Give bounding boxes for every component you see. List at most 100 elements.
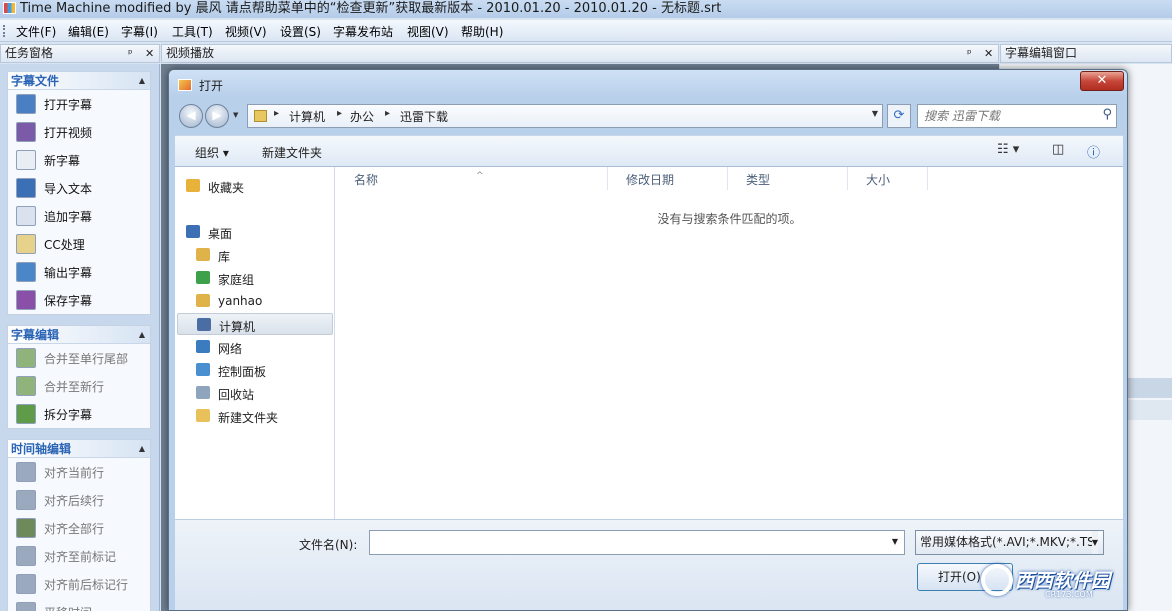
dialog-close-button[interactable]: ✕ (1080, 71, 1124, 91)
view-options-icon[interactable]: ☷ ▾ (997, 142, 1019, 157)
menu-file[interactable]: 文件(F) (16, 23, 56, 40)
new-subtitle-icon (16, 150, 36, 170)
task-item[interactable]: 导入文本 (8, 174, 150, 202)
refresh-icon[interactable]: ⟳ (887, 104, 911, 128)
menu-tools[interactable]: 工具(T) (172, 23, 213, 40)
breadcrumb-thunder-download[interactable]: 迅雷下载 (400, 108, 448, 125)
column-type[interactable]: 类型 (728, 167, 848, 190)
chevron-right-icon[interactable]: ▸ (385, 108, 390, 119)
task-item[interactable]: 打开字幕 (8, 90, 150, 118)
task-item-label: 合并至新行 (44, 380, 105, 394)
search-input[interactable] (924, 108, 1084, 124)
collapse-icon[interactable]: ▲ (139, 326, 145, 344)
nav-item[interactable]: 控制面板 (177, 359, 333, 381)
task-item[interactable]: 平移时间 (8, 598, 150, 611)
task-item[interactable]: 保存字幕 (8, 286, 150, 314)
menu-settings[interactable]: 设置(S) (280, 23, 321, 40)
nav-item[interactable]: 收藏夹 (169, 175, 323, 197)
nav-item[interactable]: 家庭组 (177, 267, 333, 289)
task-item[interactable]: 输出字幕 (8, 258, 150, 286)
open-subtitle-icon (16, 94, 36, 114)
filename-combobox[interactable]: ▼ (369, 530, 905, 555)
chevron-right-icon[interactable]: ▸ (274, 108, 279, 119)
breadcrumb-office[interactable]: 办公 (350, 108, 374, 125)
address-dropdown-icon[interactable]: ▼ (872, 109, 878, 118)
menu-help[interactable]: 帮助(H) (461, 23, 503, 40)
open-video-icon (16, 122, 36, 142)
new-folder-button[interactable]: 新建文件夹 (262, 144, 322, 161)
task-item[interactable]: 新字幕 (8, 146, 150, 174)
column-label: 修改日期 (626, 173, 675, 187)
computer-icon (197, 318, 211, 331)
search-box[interactable]: ⚲ (917, 104, 1117, 128)
task-item[interactable]: 追加字幕 (8, 202, 150, 230)
preview-pane-icon[interactable]: ◫ (1052, 142, 1064, 157)
task-item[interactable]: 打开视频 (8, 118, 150, 146)
nav-item[interactable]: 网络 (177, 336, 333, 358)
dialog-app-icon (178, 79, 192, 91)
watermark-subtext: CR173.COM (1045, 590, 1093, 599)
nav-item[interactable]: 回收站 (177, 382, 333, 404)
task-item[interactable]: 合并至单行尾部 (8, 344, 150, 372)
breadcrumb-computer[interactable]: 计算机 (289, 108, 325, 125)
help-icon[interactable]: ⓘ (1087, 142, 1100, 161)
menu-edit[interactable]: 编辑(E) (68, 23, 109, 40)
task-item-label: 对齐全部行 (44, 522, 105, 536)
filetype-dropdown-icon[interactable]: ▼ (1091, 531, 1098, 554)
merge-new-line-icon (16, 376, 36, 396)
nav-item[interactable]: 计算机 (177, 313, 333, 335)
organize-button[interactable]: 组织 ▾ (195, 144, 229, 161)
filename-dropdown-icon[interactable]: ▼ (892, 537, 898, 546)
filetype-select[interactable]: 常用媒体格式(*.AVI;*.MKV;*.TS ▼ (915, 530, 1104, 555)
column-modified[interactable]: 修改日期 (608, 167, 728, 190)
task-item[interactable]: 合并至新行 (8, 372, 150, 400)
menu-publish[interactable]: 字幕发布站 (333, 23, 393, 40)
save-subtitle-icon (16, 290, 36, 310)
column-label: 大小 (866, 173, 891, 187)
menu-view[interactable]: 视图(V) (407, 23, 449, 40)
append-subtitle-icon (16, 206, 36, 226)
nav-item[interactable]: 库 (177, 244, 333, 266)
file-list[interactable]: 名称 ^ 修改日期 类型 大小 没有与搜索条件匹配的项。 (336, 167, 1123, 519)
search-icon[interactable]: ⚲ (1102, 107, 1112, 122)
nav-item[interactable]: yanhao (177, 290, 333, 312)
menu-video[interactable]: 视频(V) (225, 23, 267, 40)
column-size[interactable]: 大小 (848, 167, 928, 190)
align-prev-mark-icon (16, 546, 36, 566)
collapse-icon[interactable]: ▲ (139, 440, 145, 458)
menu-subtitle[interactable]: 字幕(I) (121, 23, 158, 40)
task-item[interactable]: 对齐后续行 (8, 486, 150, 514)
task-item[interactable]: 对齐至前标记 (8, 542, 150, 570)
task-item[interactable]: 拆分字幕 (8, 400, 150, 428)
group-header[interactable]: 字幕编辑 ▲ (8, 326, 150, 344)
editor-panel-title: 字幕编辑窗口 (1005, 46, 1078, 60)
collapse-icon[interactable]: ▲ (139, 72, 145, 90)
video-pin-icon[interactable]: ᵖ (967, 45, 972, 62)
group-title: 字幕文件 (11, 74, 60, 88)
nav-item[interactable]: 桌面 (169, 221, 323, 243)
watermark-logo-icon (981, 564, 1013, 596)
folder-icon (254, 110, 267, 122)
video-close-icon[interactable]: ✕ (984, 45, 993, 62)
task-item[interactable]: 对齐当前行 (8, 458, 150, 486)
forward-button[interactable]: ▶ (205, 104, 229, 128)
task-item[interactable]: 对齐全部行 (8, 514, 150, 542)
back-button[interactable]: ◀ (179, 104, 203, 128)
group-header[interactable]: 字幕文件 ▲ (8, 72, 150, 90)
chevron-right-icon[interactable]: ▸ (337, 108, 342, 119)
column-label: 名称 (354, 173, 379, 187)
recent-pages-icon[interactable]: ▼ (233, 111, 238, 119)
task-pane-close-icon[interactable]: ✕ (145, 45, 154, 62)
address-bar[interactable]: ▸ 计算机 ▸ 办公 ▸ 迅雷下载 ▼ (247, 104, 883, 128)
task-item[interactable]: 对齐前后标记行 (8, 570, 150, 598)
pin-icon[interactable]: ᵖ (128, 45, 133, 62)
recycle-bin-icon (196, 386, 210, 399)
nav-item[interactable]: 新建文件夹 (177, 405, 333, 427)
column-name[interactable]: 名称 ^ (336, 167, 608, 190)
filename-input[interactable] (374, 534, 874, 551)
shift-time-icon (16, 602, 36, 611)
group-header[interactable]: 时间轴编辑 ▲ (8, 440, 150, 458)
task-item[interactable]: CC处理 (8, 230, 150, 258)
nav-item-label: 家庭组 (218, 273, 255, 287)
align-marks-icon (16, 574, 36, 594)
